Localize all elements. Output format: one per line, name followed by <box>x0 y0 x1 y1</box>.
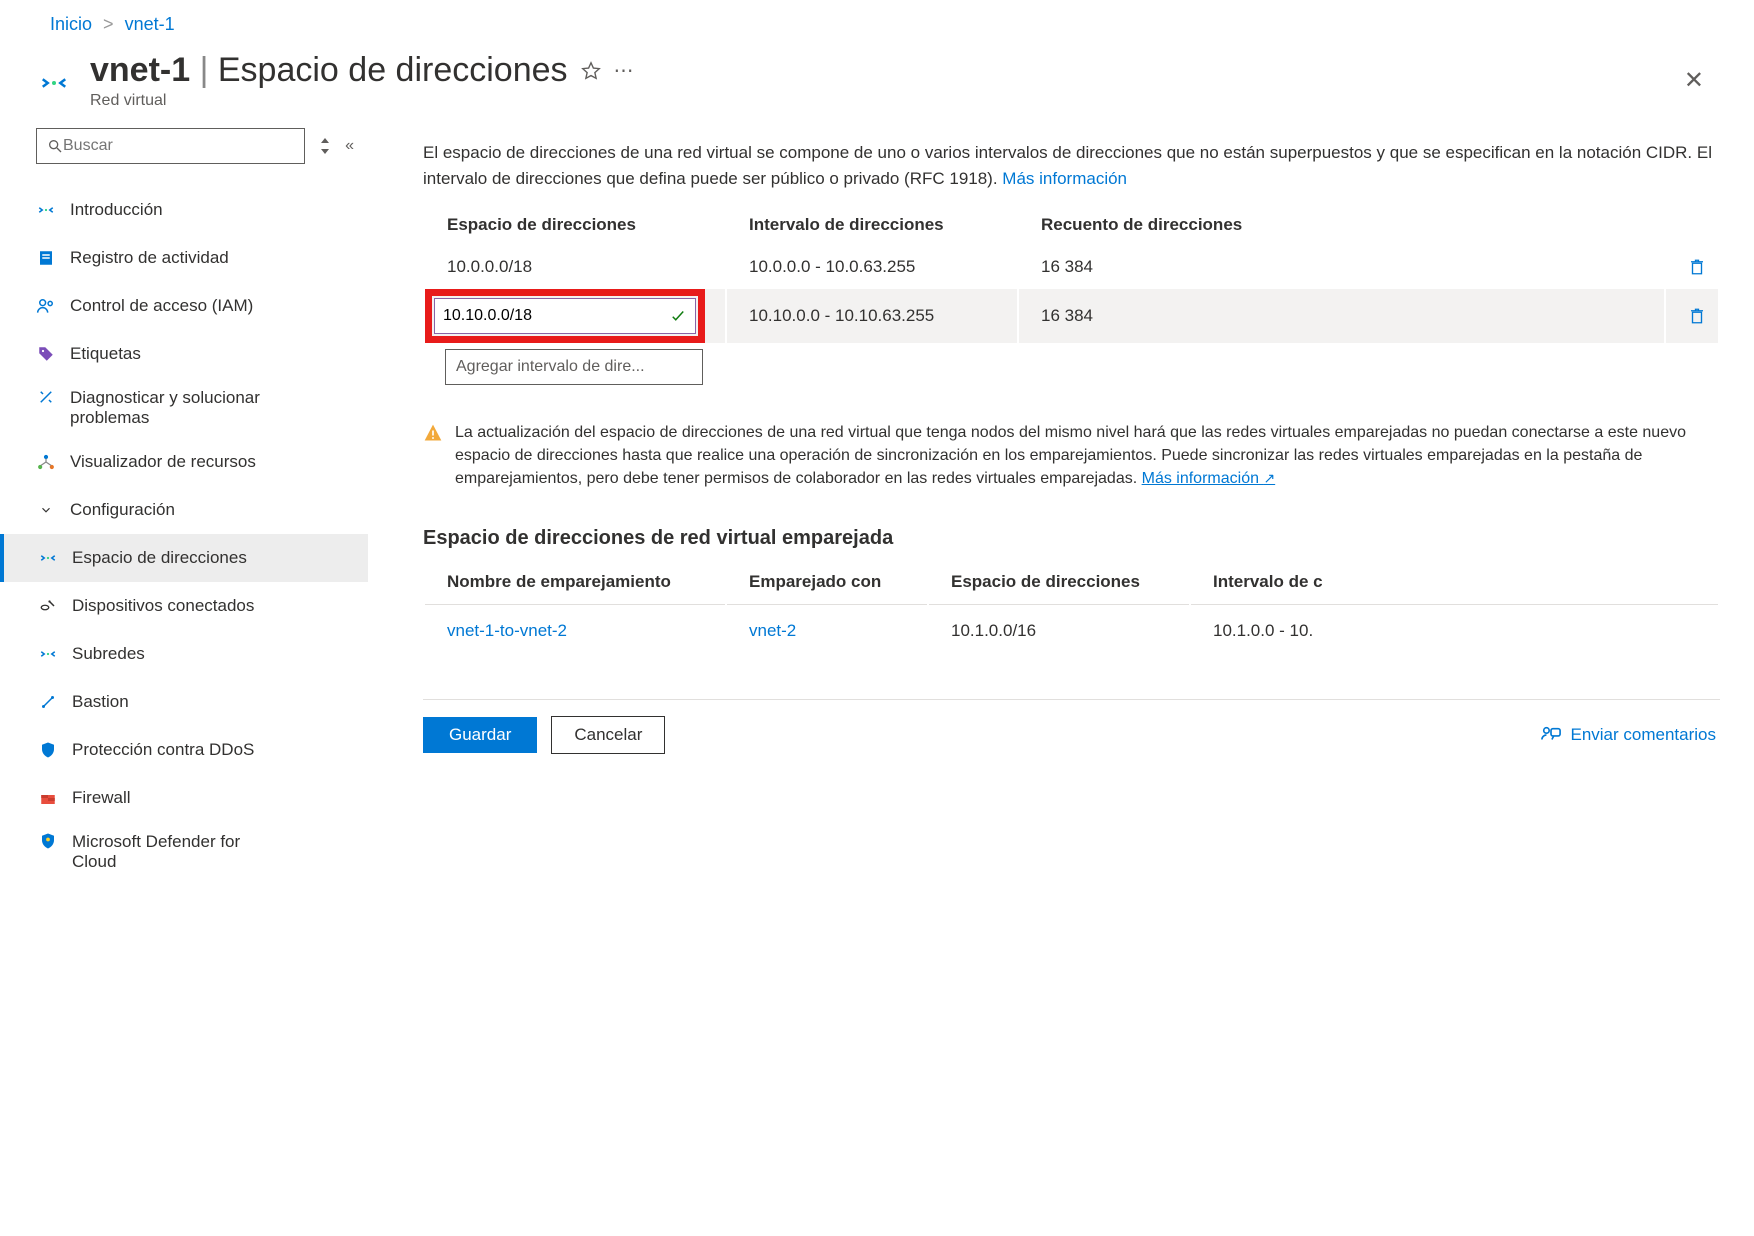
chevron-right-icon: > <box>103 14 114 34</box>
breadcrumb: Inicio > vnet-1 <box>0 0 1754 49</box>
close-icon[interactable]: ✕ <box>1684 66 1704 95</box>
table-row: 10.10.0.0 - 10.10.63.255 16 384 <box>425 289 1718 343</box>
activity-log-icon <box>36 249 56 267</box>
col-peering-name: Nombre de emparejamiento <box>425 560 725 605</box>
highlighted-input <box>425 289 705 343</box>
feedback-link[interactable]: Enviar comentarios <box>1540 725 1716 745</box>
vnet-small-icon <box>36 201 56 219</box>
address-space-input[interactable] <box>434 298 696 334</box>
table-row: vnet-1-to-vnet-2 vnet-2 10.1.0.0/16 10.1… <box>425 607 1718 655</box>
bastion-icon <box>38 693 58 711</box>
iam-icon <box>36 297 56 315</box>
sidebar-item-firewall[interactable]: Firewall <box>0 774 368 822</box>
delete-icon[interactable] <box>1688 306 1706 326</box>
address-space-table: Espacio de direcciones Intervalo de dire… <box>423 203 1720 345</box>
tags-icon <box>36 345 56 363</box>
sidebar-item-diagnose[interactable]: Diagnosticar y solucionar problemas <box>0 378 368 438</box>
subnets-icon <box>38 645 58 663</box>
page-header: vnet-1 | Espacio de direcciones ⋯ Red vi… <box>0 49 1754 110</box>
add-address-range-input[interactable]: Agregar intervalo de dire... <box>445 349 703 385</box>
col-address-count: Recuento de direcciones <box>1019 205 1664 245</box>
sidebar-item-devices[interactable]: Dispositivos conectados <box>0 582 368 630</box>
check-icon <box>669 307 687 325</box>
resource-type: Red virtual <box>90 92 1684 110</box>
col-address-space: Espacio de direcciones <box>425 205 725 245</box>
col-peered-space: Espacio de direcciones <box>929 560 1189 605</box>
more-info-link[interactable]: Más información <box>1002 169 1127 188</box>
sidebar-item-ddos[interactable]: Protección contra DDoS <box>0 726 368 774</box>
sidebar-item-address-space[interactable]: Espacio de direcciones <box>0 534 368 582</box>
shield-icon <box>38 741 58 759</box>
footer-bar: Guardar Cancelar Enviar comentarios <box>423 699 1720 770</box>
search-input[interactable] <box>63 137 294 155</box>
col-peered-with: Emparejado con <box>727 560 927 605</box>
devices-icon <box>38 597 58 615</box>
peered-table: Nombre de emparejamiento Emparejado con … <box>423 558 1720 657</box>
sidebar-item-subnets[interactable]: Subredes <box>0 630 368 678</box>
external-link-icon: ↗ <box>1263 470 1275 486</box>
cancel-button[interactable]: Cancelar <box>551 716 665 754</box>
sidebar-item-tags[interactable]: Etiquetas <box>0 330 368 378</box>
sidebar-item-defender[interactable]: Microsoft Defender for Cloud <box>0 822 368 882</box>
vnet-icon <box>36 65 72 101</box>
warning-icon <box>423 423 443 491</box>
chevron-down-icon <box>36 503 56 517</box>
sidebar-item-resource-viz[interactable]: Visualizador de recursos <box>0 438 368 486</box>
peered-with-link[interactable]: vnet-2 <box>749 621 796 640</box>
firewall-icon <box>38 789 58 807</box>
delete-icon[interactable] <box>1688 257 1706 277</box>
sort-icon[interactable] <box>319 138 331 154</box>
favorite-star-icon[interactable] <box>580 60 602 82</box>
diagnose-icon <box>36 388 56 406</box>
main-content: El espacio de direcciones de una red vir… <box>368 110 1754 882</box>
table-row: 10.0.0.0/18 10.0.0.0 - 10.0.63.255 16 38… <box>425 247 1718 287</box>
sidebar-item-introduccion[interactable]: Introducción <box>0 186 368 234</box>
breadcrumb-resource[interactable]: vnet-1 <box>125 14 175 34</box>
sidebar-group-config[interactable]: Configuración <box>0 486 368 534</box>
vnet-small-icon <box>38 549 58 567</box>
peered-heading: Espacio de direcciones de red virtual em… <box>423 527 1720 550</box>
feedback-icon <box>1540 725 1562 745</box>
defender-icon <box>38 832 58 850</box>
breadcrumb-home[interactable]: Inicio <box>50 14 92 34</box>
collapse-icon[interactable]: « <box>345 137 354 155</box>
more-icon[interactable]: ⋯ <box>614 58 634 83</box>
col-peered-range: Intervalo de c <box>1191 560 1718 605</box>
intro-text: El espacio de direcciones de una red vir… <box>423 140 1720 191</box>
page-title: vnet-1 | Espacio de direcciones <box>90 51 568 90</box>
save-button[interactable]: Guardar <box>423 717 537 753</box>
warning-box: La actualización del espacio de direccio… <box>423 421 1720 491</box>
sidebar: « Introducción Registro de actividad Con… <box>0 110 368 882</box>
col-address-range: Intervalo de direcciones <box>727 205 1017 245</box>
sidebar-item-bastion[interactable]: Bastion <box>0 678 368 726</box>
sidebar-item-iam[interactable]: Control de acceso (IAM) <box>0 282 368 330</box>
resource-viz-icon <box>36 453 56 471</box>
peering-link[interactable]: vnet-1-to-vnet-2 <box>447 621 567 640</box>
sidebar-item-activity[interactable]: Registro de actividad <box>0 234 368 282</box>
sidebar-search[interactable] <box>36 128 305 164</box>
search-icon <box>47 138 63 154</box>
warning-more-info-link[interactable]: Más información ↗ <box>1142 470 1276 487</box>
